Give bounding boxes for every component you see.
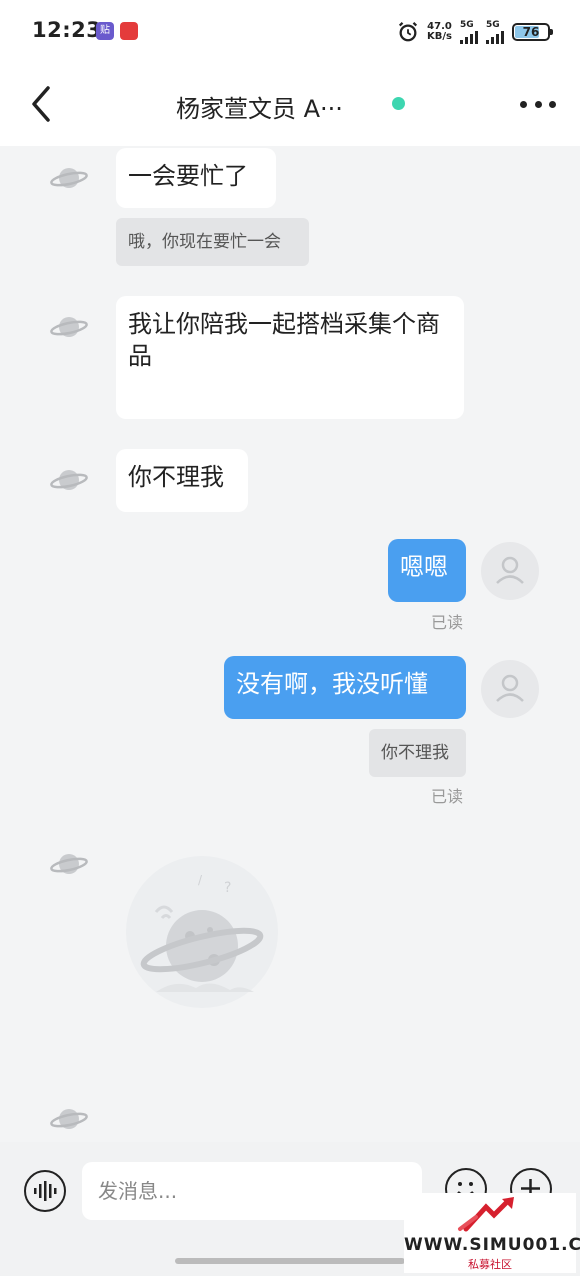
watermark-url: WWW.SIMU001.CN — [404, 1235, 580, 1255]
user-silhouette-icon — [496, 674, 524, 702]
voice-wave-icon — [34, 1181, 57, 1201]
read-status: 已读 — [431, 787, 464, 806]
signal-5g-2: 5G — [486, 20, 504, 44]
outgoing-message-bubble[interactable]: 没有啊，我没听懂 — [224, 656, 466, 719]
quoted-reply[interactable]: 哦，你现在要忙一会 — [116, 218, 309, 266]
network-speed: 47.0 KB/s — [427, 21, 452, 42]
app-notification-icon: 贴 — [96, 22, 114, 40]
signal-5g-1: 5G — [460, 20, 478, 44]
status-bar: 12:23 贴 47.0 KB/s 5G 5G 76 — [0, 0, 580, 64]
watermark-subtitle: 私募社区 — [468, 1258, 512, 1271]
incoming-message-bubble[interactable]: 我让你陪我一起搭档采集个商品 — [116, 296, 464, 419]
planet-illustration-image[interactable]: ? / — [116, 842, 288, 1022]
read-status: 已读 — [431, 613, 464, 632]
status-time: 12:23 — [32, 18, 102, 42]
chat-title[interactable]: 杨家萱文员 A··· — [176, 89, 343, 124]
online-status-dot — [392, 97, 405, 110]
watermark: WWW.SIMU001.CN 私募社区 — [404, 1193, 580, 1273]
incoming-message-bubble[interactable]: 一会要忙了 — [116, 148, 276, 208]
planet-avatar-icon[interactable] — [49, 460, 89, 500]
watermark-logo-icon — [458, 1197, 514, 1232]
alarm-clock-icon — [398, 22, 418, 42]
message-list[interactable]: 一会要忙了 哦，你现在要忙一会 我让你陪我一起搭档采集个商品 你不理我 嗯嗯 已… — [0, 146, 580, 1142]
voice-input-button[interactable] — [24, 1170, 66, 1212]
planet-avatar-icon[interactable] — [49, 158, 89, 198]
battery-icon: 76 — [512, 23, 553, 41]
status-indicators: 47.0 KB/s 5G 5G 76 — [397, 18, 553, 46]
more-horizontal-icon — [520, 100, 527, 108]
planet-avatar-icon[interactable] — [49, 307, 89, 347]
svg-text:?: ? — [224, 880, 231, 896]
home-indicator[interactable] — [175, 1258, 405, 1264]
quoted-reply[interactable]: 你不理我 — [369, 729, 466, 777]
incoming-message-bubble[interactable]: 你不理我 — [116, 449, 248, 512]
message-input[interactable] — [82, 1162, 422, 1220]
planet-avatar-icon[interactable] — [49, 844, 89, 884]
user-silhouette-icon — [496, 556, 524, 584]
more-options-button[interactable] — [520, 92, 556, 116]
user-avatar[interactable] — [481, 660, 539, 718]
planet-avatar-icon[interactable] — [49, 1099, 89, 1139]
back-button[interactable] — [22, 82, 62, 126]
signal-bars-icon — [460, 30, 478, 44]
user-avatar[interactable] — [481, 542, 539, 600]
signal-bars-icon — [486, 30, 504, 44]
app-notification-icon-2 — [120, 22, 138, 40]
chat-header: 杨家萱文员 A··· — [0, 64, 580, 146]
outgoing-message-bubble[interactable]: 嗯嗯 — [388, 539, 466, 602]
